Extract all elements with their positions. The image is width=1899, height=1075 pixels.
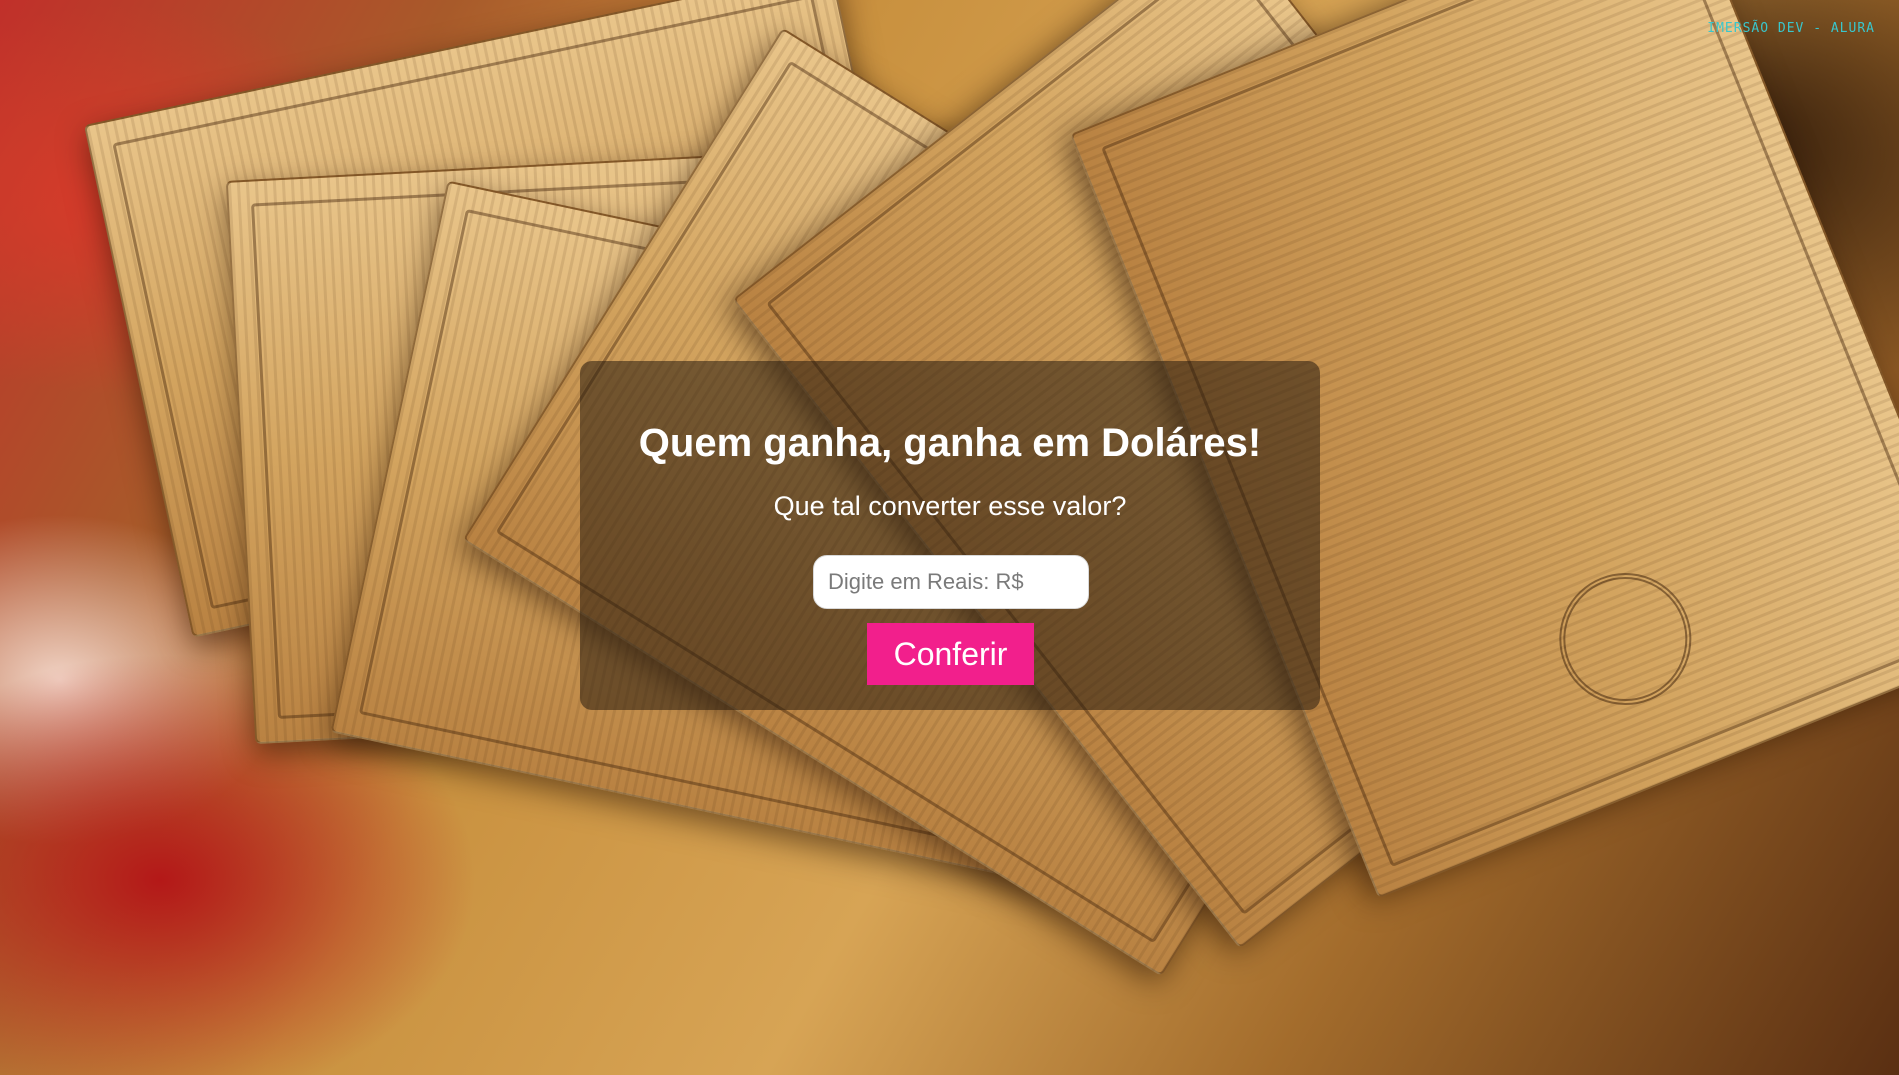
reais-value-input[interactable]	[813, 555, 1089, 609]
converter-card: Quem ganha, ganha em Doláres! Que tal co…	[580, 361, 1320, 710]
convert-button[interactable]: Conferir	[867, 623, 1034, 685]
page-title: Quem ganha, ganha em Doláres!	[638, 421, 1262, 465]
page-subtitle: Que tal converter esse valor?	[773, 491, 1127, 521]
brand-label: IMERSÃO DEV - ALURA	[1707, 21, 1875, 36]
